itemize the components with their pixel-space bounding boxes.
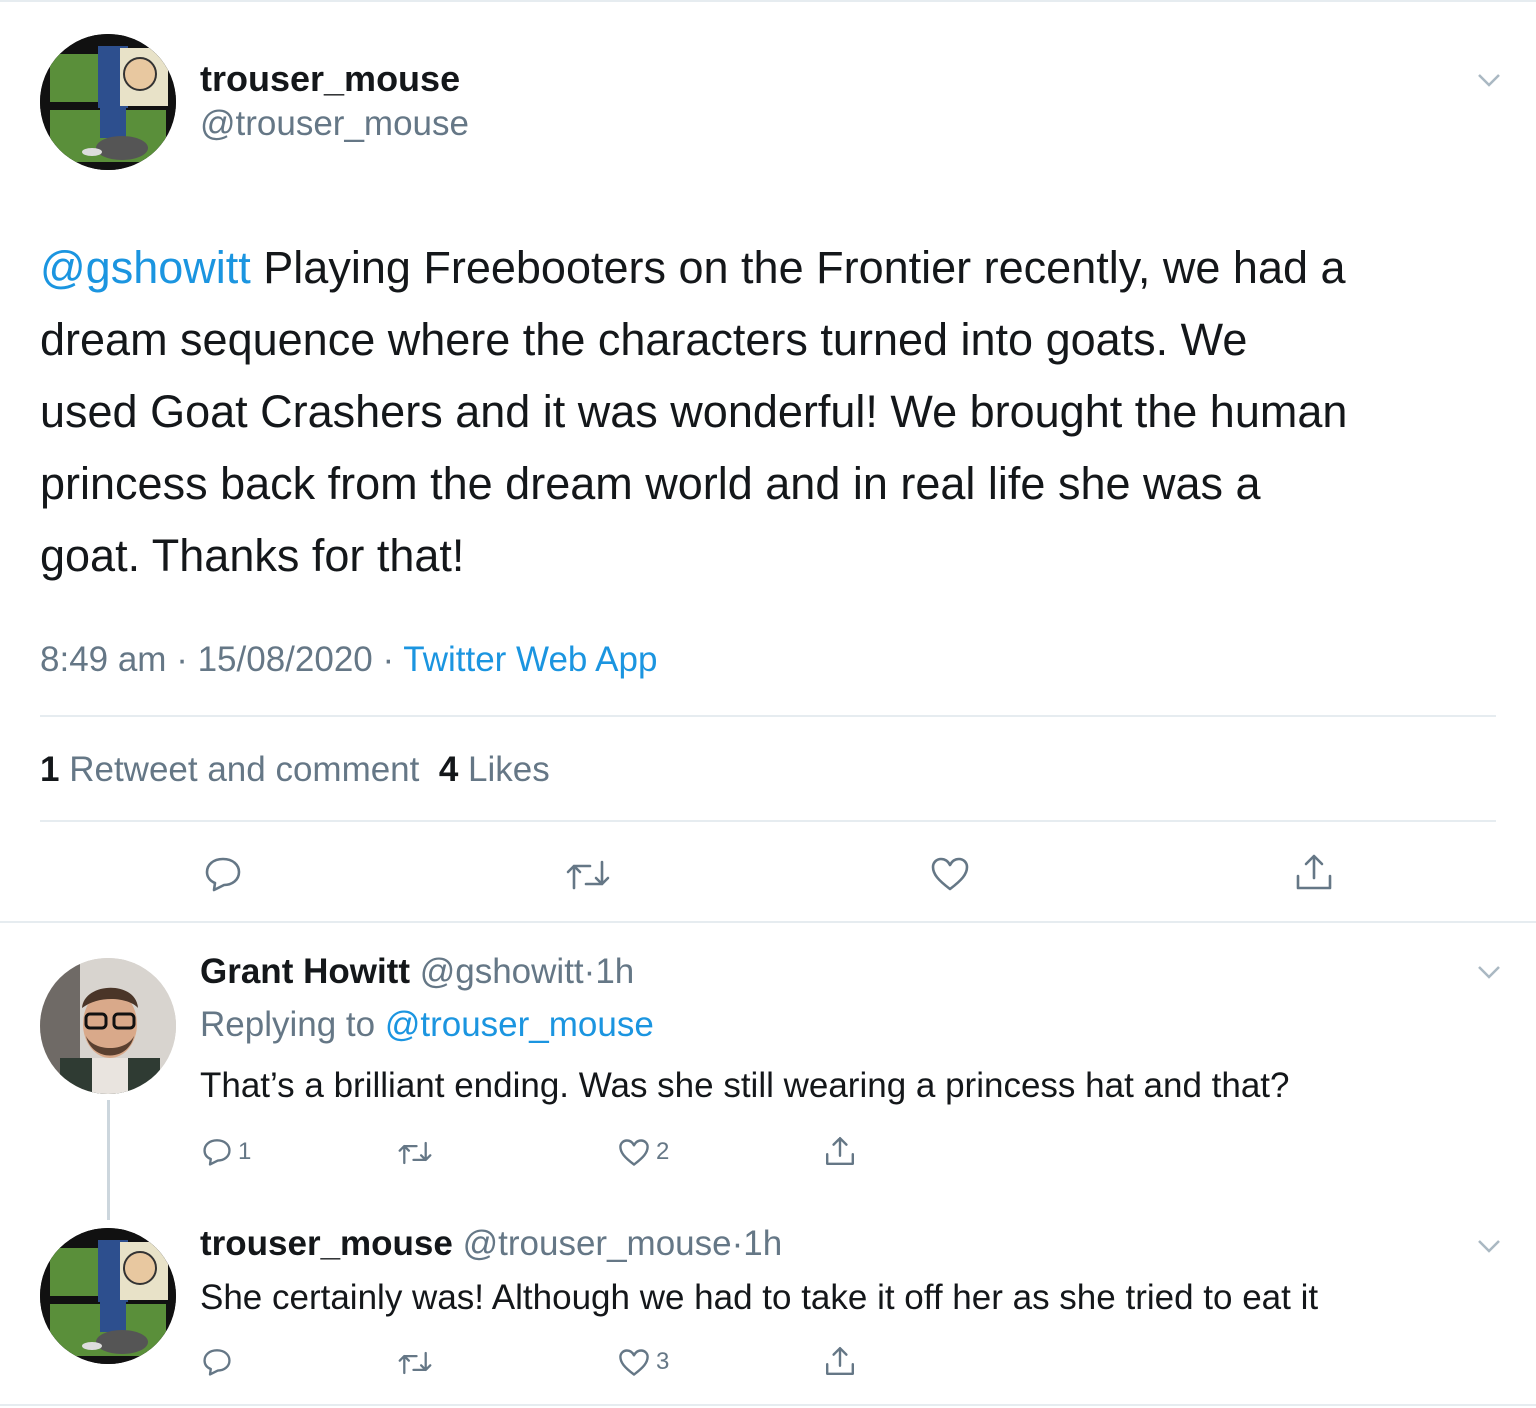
grant-howitt-avatar-image bbox=[40, 958, 176, 1094]
heart-icon[interactable] bbox=[618, 1348, 650, 1377]
retweet-count: 1 bbox=[40, 750, 60, 789]
meta-separator: · bbox=[176, 640, 188, 679]
trouser-mouse-avatar-image bbox=[40, 1228, 176, 1364]
replying-to: Replying to @trouser_mouse bbox=[200, 1005, 654, 1045]
likes-label: Likes bbox=[468, 750, 550, 789]
reply-text: She certainly was! Although we had to ta… bbox=[200, 1278, 1319, 1317]
mention-link[interactable]: @gshowitt bbox=[40, 242, 251, 293]
heart-icon[interactable] bbox=[930, 856, 970, 892]
tweet-time[interactable]: 8:49 am bbox=[40, 640, 166, 679]
replying-to-label: Replying to bbox=[200, 1005, 376, 1044]
likes-count: 4 bbox=[438, 750, 459, 789]
author-display-name[interactable]: Grant Howitt bbox=[200, 952, 410, 991]
reply-text: That’s a brilliant ending. Was she still… bbox=[200, 1066, 1290, 1105]
retweet-icon[interactable] bbox=[566, 858, 610, 892]
reply-icon[interactable] bbox=[202, 1348, 232, 1376]
tweet-text: Playing Freebooters on the Frontier rece… bbox=[263, 242, 1346, 293]
avatar[interactable] bbox=[40, 958, 176, 1094]
author-handle[interactable]: @gshowitt bbox=[420, 952, 584, 991]
avatar[interactable] bbox=[40, 1228, 176, 1364]
retweet-icon[interactable] bbox=[398, 1350, 432, 1376]
divider bbox=[40, 715, 1496, 717]
meta-separator: · bbox=[731, 1224, 744, 1263]
tweet-date[interactable]: 15/08/2020 bbox=[198, 640, 373, 679]
divider bbox=[40, 820, 1496, 822]
trouser-mouse-avatar-image bbox=[40, 34, 176, 170]
reply-header: Grant Howitt @gshowitt·1h bbox=[200, 952, 634, 992]
top-border bbox=[0, 0, 1536, 2]
reply-header: trouser_mouse @trouser_mouse·1h bbox=[200, 1224, 782, 1264]
like-count: 3 bbox=[656, 1348, 670, 1375]
likes-stat[interactable]: 4 Likes bbox=[439, 750, 550, 789]
tweet-meta: 8:49 am · 15/08/2020 · Twitter Web App bbox=[40, 640, 657, 680]
tweet-body-line: used Goat Crashers and it was wonderful!… bbox=[40, 386, 1348, 437]
avatar[interactable] bbox=[40, 34, 176, 170]
share-icon[interactable] bbox=[824, 1134, 856, 1168]
chevron-down-icon[interactable] bbox=[1476, 1238, 1502, 1254]
retweet-stat[interactable]: 1 Retweet and comment bbox=[40, 750, 419, 789]
tweet-body-line: dream sequence where the characters turn… bbox=[40, 314, 1248, 365]
engagement-stats: 1 Retweet and comment 4 Likes bbox=[40, 750, 550, 790]
share-icon[interactable] bbox=[1294, 852, 1334, 892]
retweet-icon[interactable] bbox=[398, 1140, 432, 1166]
tweet-source-link[interactable]: Twitter Web App bbox=[403, 640, 657, 679]
chevron-down-icon[interactable] bbox=[1476, 964, 1502, 980]
reply-time[interactable]: 1h bbox=[595, 952, 634, 991]
author-display-name[interactable]: trouser_mouse bbox=[200, 1224, 453, 1263]
tweet-body-line: @gshowitt Playing Freebooters on the Fro… bbox=[40, 232, 1510, 304]
thread-line bbox=[107, 1100, 110, 1220]
author-handle[interactable]: @trouser_mouse bbox=[200, 104, 469, 144]
like-count: 2 bbox=[656, 1138, 670, 1165]
author-handle[interactable]: @trouser_mouse bbox=[463, 1224, 732, 1263]
meta-separator: · bbox=[583, 952, 596, 991]
tweet-body-line: goat. Thanks for that! bbox=[40, 530, 465, 581]
retweet-label: Retweet and comment bbox=[69, 750, 420, 789]
author-display-name[interactable]: trouser_mouse bbox=[200, 58, 460, 100]
bottom-border bbox=[0, 1404, 1536, 1406]
section-divider bbox=[0, 921, 1536, 923]
heart-icon[interactable] bbox=[618, 1138, 650, 1167]
reply-time[interactable]: 1h bbox=[743, 1224, 782, 1263]
replying-to-link[interactable]: @trouser_mouse bbox=[385, 1005, 654, 1044]
reply-icon[interactable] bbox=[202, 1138, 232, 1166]
reply-count: 1 bbox=[238, 1138, 252, 1165]
chevron-down-icon[interactable] bbox=[1476, 72, 1502, 88]
tweet-body: @gshowitt Playing Freebooters on the Fro… bbox=[40, 232, 1510, 592]
tweet-body-line: princess back from the dream world and i… bbox=[40, 458, 1261, 509]
reply-icon[interactable] bbox=[204, 856, 242, 892]
share-icon[interactable] bbox=[824, 1344, 856, 1378]
meta-separator: · bbox=[382, 640, 395, 679]
